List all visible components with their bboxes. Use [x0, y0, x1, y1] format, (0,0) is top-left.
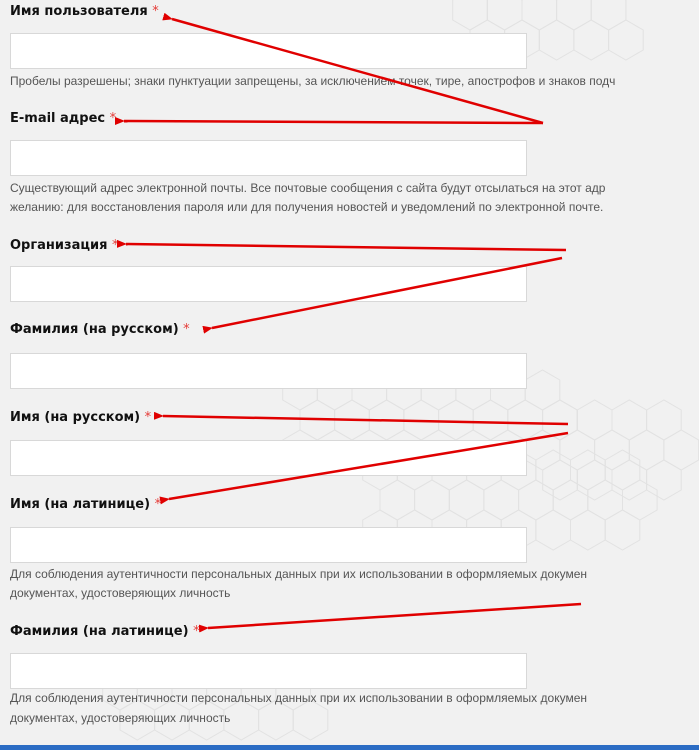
- email-label: E-mail адрес *: [10, 111, 116, 127]
- email-label-text: E-mail адрес: [10, 111, 106, 126]
- first-name-lat-label-text: Имя (на латинице): [10, 497, 151, 512]
- first-name-lat-label: Имя (на латинице) *: [10, 497, 161, 513]
- last-name-lat-label-text: Фамилия (на латинице): [10, 624, 189, 639]
- required-asterisk: *: [154, 497, 162, 512]
- last-name-ru-label: Фамилия (на русском) *: [10, 322, 190, 338]
- required-asterisk: *: [193, 624, 200, 639]
- email-input[interactable]: [10, 140, 527, 176]
- registration-form: Имя пользователя * Пробелы разрешены; зн…: [0, 0, 699, 750]
- last-name-ru-input[interactable]: [10, 353, 527, 389]
- first-name-lat-input[interactable]: [10, 527, 527, 563]
- first-name-ru-label-text: Имя (на русском): [10, 410, 141, 425]
- last-name-ru-label-text: Фамилия (на русском): [10, 322, 179, 337]
- first-name-lat-hint-line-1: Для соблюдения аутентичности персональны…: [10, 567, 587, 581]
- organization-label-text: Организация: [10, 238, 108, 253]
- required-asterisk: *: [111, 238, 119, 253]
- username-label-text: Имя пользователя: [10, 4, 148, 19]
- last-name-lat-hint-line-2: документах, удостоверяющих личность: [10, 711, 231, 725]
- required-asterisk: *: [109, 111, 117, 126]
- required-asterisk: *: [152, 4, 159, 19]
- email-hint-line-1: Существующий адрес электронной почты. Вс…: [10, 181, 606, 195]
- last-name-lat-input[interactable]: [10, 653, 527, 689]
- organization-input[interactable]: [10, 266, 527, 302]
- username-input[interactable]: [10, 33, 527, 69]
- first-name-ru-label: Имя (на русском) *: [10, 410, 151, 426]
- organization-label: Организация *: [10, 238, 118, 254]
- username-label: Имя пользователя *: [10, 4, 159, 20]
- bottom-bar: [0, 745, 699, 750]
- last-name-lat-label: Фамилия (на латинице) *: [10, 624, 200, 640]
- username-hint: Пробелы разрешены; знаки пунктуации запр…: [10, 74, 616, 88]
- required-asterisk: *: [183, 322, 190, 337]
- first-name-ru-input[interactable]: [10, 440, 527, 476]
- email-hint-line-2: желанию: для восстановления пароля или д…: [10, 200, 604, 214]
- first-name-lat-hint-line-2: документах, удостоверяющих личность: [10, 586, 231, 600]
- last-name-lat-hint-line-1: Для соблюдения аутентичности персональны…: [10, 691, 587, 705]
- required-asterisk: *: [144, 410, 152, 425]
